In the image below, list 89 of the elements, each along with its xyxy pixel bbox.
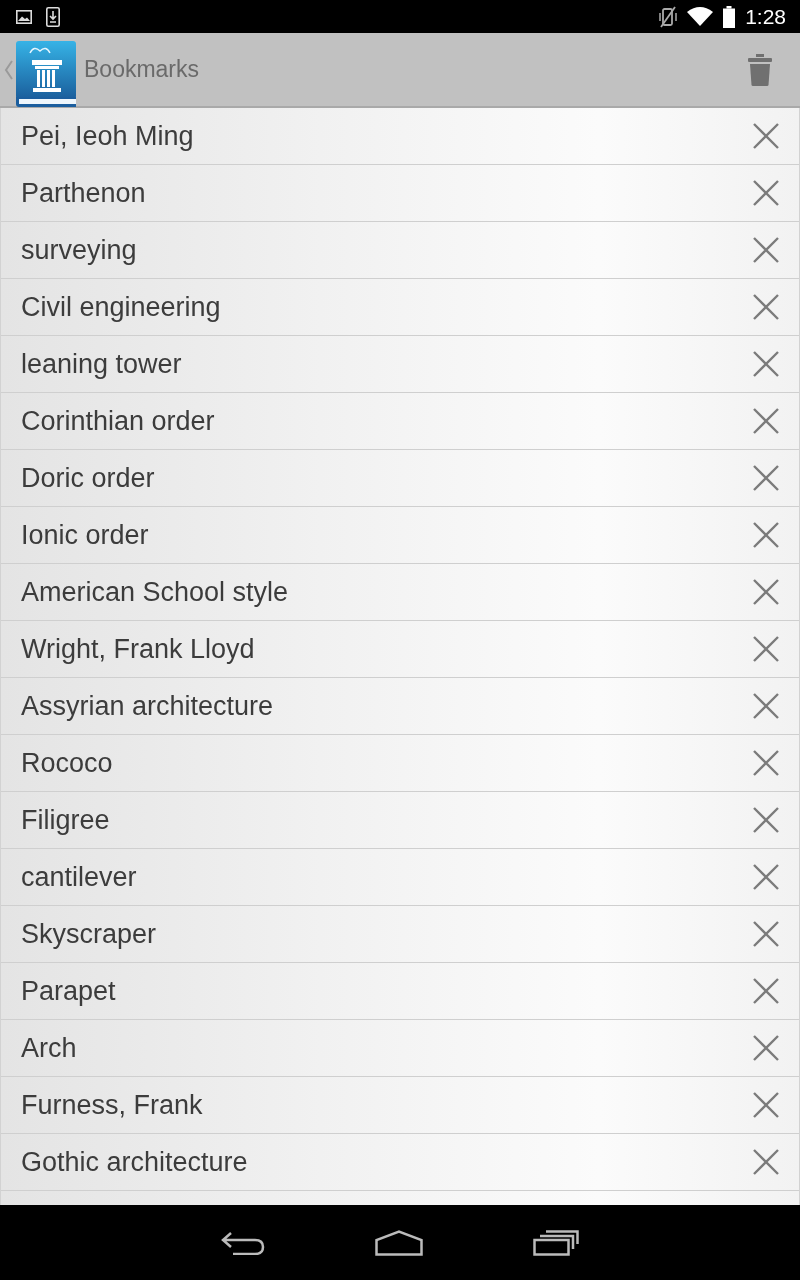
close-icon bbox=[753, 123, 779, 149]
close-icon bbox=[753, 522, 779, 548]
bookmark-title: Parapet bbox=[21, 975, 117, 1007]
close-icon bbox=[753, 465, 779, 491]
bookmark-item[interactable]: Wright, Frank Lloyd bbox=[1, 621, 799, 678]
bookmark-item[interactable]: Assyrian architecture bbox=[1, 678, 799, 735]
bookmark-title: surveying bbox=[21, 234, 138, 266]
remove-button[interactable] bbox=[753, 294, 779, 320]
close-icon bbox=[753, 294, 779, 320]
close-icon bbox=[753, 750, 779, 776]
bookmark-item[interactable]: Furness, Frank bbox=[1, 1077, 799, 1134]
bookmark-item[interactable]: cantilever bbox=[1, 849, 799, 906]
screen-title: Bookmarks bbox=[84, 56, 201, 83]
bookmark-item[interactable]: Civil engineering bbox=[1, 279, 799, 336]
bookmark-item[interactable]: Ionic order bbox=[1, 507, 799, 564]
remove-button[interactable] bbox=[753, 921, 779, 947]
bookmark-title: Rococo bbox=[21, 747, 114, 779]
remove-button[interactable] bbox=[753, 351, 779, 377]
wifi-icon bbox=[687, 6, 714, 27]
download-icon bbox=[46, 6, 60, 27]
remove-button[interactable] bbox=[753, 522, 779, 548]
bookmark-title: Furness, Frank bbox=[21, 1089, 204, 1121]
bookmark-title: Arch bbox=[21, 1032, 78, 1064]
close-icon bbox=[753, 351, 779, 377]
bookmark-title: Doric order bbox=[21, 462, 156, 494]
bookmark-title: Corinthian order bbox=[21, 405, 216, 437]
close-icon bbox=[753, 408, 779, 434]
remove-button[interactable] bbox=[753, 864, 779, 890]
vibrate-off-icon bbox=[659, 5, 678, 28]
close-icon bbox=[753, 807, 779, 833]
recents-icon[interactable] bbox=[533, 1229, 579, 1256]
remove-button[interactable] bbox=[753, 750, 779, 776]
bookmark-item[interactable]: leaning tower bbox=[1, 336, 799, 393]
close-icon bbox=[753, 237, 779, 263]
bookmark-title: Gothic architecture bbox=[21, 1146, 249, 1178]
bookmark-item[interactable]: Parapet bbox=[1, 963, 799, 1020]
battery-icon bbox=[723, 5, 736, 28]
close-icon bbox=[753, 180, 779, 206]
remove-button[interactable] bbox=[753, 807, 779, 833]
remove-button[interactable] bbox=[753, 237, 779, 263]
close-icon bbox=[753, 978, 779, 1004]
bookmark-title: Wright, Frank Lloyd bbox=[21, 633, 256, 665]
close-icon bbox=[753, 1092, 779, 1118]
close-icon bbox=[753, 864, 779, 890]
close-icon bbox=[753, 1035, 779, 1061]
remove-button[interactable] bbox=[753, 579, 779, 605]
remove-button[interactable] bbox=[753, 465, 779, 491]
home-icon[interactable] bbox=[375, 1229, 423, 1256]
close-icon bbox=[753, 921, 779, 947]
bookmark-title: Pei, Ieoh Ming bbox=[21, 120, 195, 152]
bookmark-item[interactable]: Gothic architecture bbox=[1, 1134, 799, 1191]
remove-button[interactable] bbox=[753, 978, 779, 1004]
bookmark-item[interactable]: Rococo bbox=[1, 735, 799, 792]
bookmark-title: Assyrian architecture bbox=[21, 690, 275, 722]
remove-button[interactable] bbox=[753, 1149, 779, 1175]
back-icon[interactable] bbox=[221, 1230, 265, 1255]
bookmark-item[interactable]: American School style bbox=[1, 564, 799, 621]
bookmark-item[interactable]: Doric order bbox=[1, 450, 799, 507]
book-column-icon[interactable] bbox=[16, 40, 76, 107]
bookmark-item[interactable]: Arch bbox=[1, 1020, 799, 1077]
remove-button[interactable] bbox=[753, 1035, 779, 1061]
bookmark-title: Civil engineering bbox=[21, 291, 222, 323]
bookmark-title: American School style bbox=[21, 576, 290, 608]
gallery-icon bbox=[16, 9, 32, 24]
bookmark-item[interactable]: Parthenon bbox=[1, 165, 799, 222]
bookmark-item[interactable]: Pei, Ieoh Ming bbox=[1, 108, 799, 165]
close-icon bbox=[753, 693, 779, 719]
clock-time: 1:28 bbox=[745, 4, 786, 29]
bookmark-item[interactable]: surveying bbox=[1, 222, 799, 279]
delete-all-button[interactable] bbox=[748, 53, 772, 86]
bookmark-title: Filigree bbox=[21, 804, 111, 836]
remove-button[interactable] bbox=[753, 408, 779, 434]
bookmark-title: Ionic order bbox=[21, 519, 150, 551]
bookmark-title: Skyscraper bbox=[21, 918, 158, 950]
bookmark-title: Parthenon bbox=[21, 177, 147, 209]
close-icon bbox=[753, 579, 779, 605]
remove-button[interactable] bbox=[753, 636, 779, 662]
close-icon bbox=[753, 636, 779, 662]
remove-button[interactable] bbox=[753, 123, 779, 149]
remove-button[interactable] bbox=[753, 693, 779, 719]
bookmark-title: leaning tower bbox=[21, 348, 183, 380]
remove-button[interactable] bbox=[753, 180, 779, 206]
bookmark-title: cantilever bbox=[21, 861, 138, 893]
bookmark-item[interactable]: Corinthian order bbox=[1, 393, 799, 450]
remove-button[interactable] bbox=[753, 1092, 779, 1118]
bookmark-item[interactable]: Filigree bbox=[1, 792, 799, 849]
close-icon bbox=[753, 1149, 779, 1175]
bookmark-item[interactable]: Skyscraper bbox=[1, 906, 799, 963]
trash-icon bbox=[748, 53, 772, 86]
